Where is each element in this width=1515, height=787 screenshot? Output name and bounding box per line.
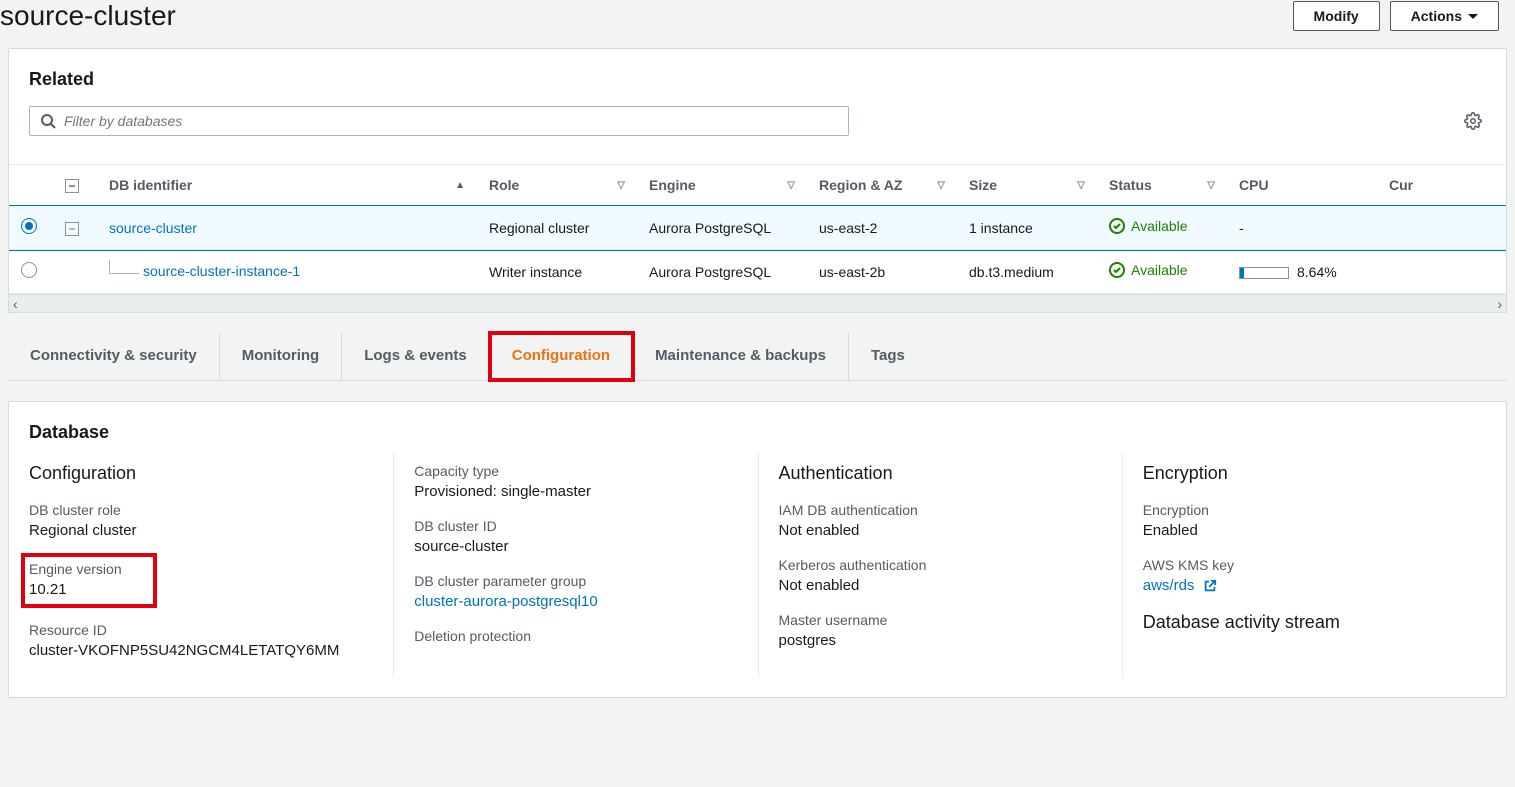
resource-id-label: Resource ID [29,622,373,638]
encryption-column: Encryption Encryption Enabled AWS KMS ke… [1122,453,1486,677]
col-size[interactable]: Size▽ [957,165,1097,206]
collapse-icon[interactable]: − [65,222,79,236]
db-cluster-role-label: DB cluster role [29,502,373,518]
encryption-heading: Encryption [1143,463,1466,484]
filter-icon: ▽ [617,180,625,191]
capacity-column: Capacity type Provisioned: single-master… [393,453,757,677]
authentication-column: Authentication IAM DB authentication Not… [758,453,1122,677]
encryption-label: Encryption [1143,502,1466,518]
authentication-heading: Authentication [779,463,1102,484]
cell-role: Regional cluster [477,206,637,250]
horizontal-scrollbar[interactable]: ‹ › [9,294,1506,312]
caret-down-icon [1468,14,1478,19]
kerberos-auth-label: Kerberos authentication [779,557,1102,573]
col-cur[interactable]: Cur [1377,165,1506,206]
actions-label: Actions [1411,8,1462,24]
sort-asc-icon: ▲ [455,180,465,191]
related-title: Related [29,69,1486,90]
master-username-label: Master username [779,612,1102,628]
col-cpu[interactable]: CPU [1227,165,1377,206]
tabs: Connectivity & security Monitoring Logs … [8,333,1507,381]
tab-tags[interactable]: Tags [849,333,927,380]
cell-size: 1 instance [957,206,1097,250]
iam-auth-value: Not enabled [779,522,1102,539]
db-cluster-id-label: DB cluster ID [414,518,737,534]
col-db-identifier[interactable]: DB identifier▲ [97,165,477,206]
gear-icon [1464,112,1482,130]
param-group-label: DB cluster parameter group [414,573,737,589]
col-status[interactable]: Status▽ [1097,165,1227,206]
kms-key-link[interactable]: aws/rds [1143,577,1466,594]
databases-table-wrap: − DB identifier▲ Role▽ Engine▽ Region & … [9,164,1506,312]
search-icon [40,113,56,129]
cell-region-az: us-east-2 [807,206,957,250]
check-circle-icon [1109,218,1125,234]
header-buttons: Modify Actions [1293,1,1515,31]
engine-version-label: Engine version [29,561,145,577]
databases-table: − DB identifier▲ Role▽ Engine▽ Region & … [9,164,1506,294]
actions-button[interactable]: Actions [1390,1,1499,31]
db-identifier-link[interactable]: source-cluster [109,220,197,236]
modify-button[interactable]: Modify [1293,1,1380,31]
activity-stream-heading: Database activity stream [1143,612,1466,633]
engine-version-highlight: Engine version 10.21 [25,557,153,604]
scroll-right-icon[interactable]: › [1493,296,1506,312]
table-row[interactable]: − source-cluster Regional cluster Aurora… [9,206,1506,250]
cell-engine: Aurora PostgreSQL [637,206,807,250]
capacity-type-label: Capacity type [414,463,737,479]
tab-logs-events[interactable]: Logs & events [342,333,490,380]
col-engine[interactable]: Engine▽ [637,165,807,206]
deletion-protection-label: Deletion protection [414,628,737,644]
kms-key-label: AWS KMS key [1143,557,1466,573]
tab-monitoring[interactable]: Monitoring [220,333,342,380]
param-group-link[interactable]: cluster-aurora-postgresql10 [414,593,737,610]
cell-region-az: us-east-2b [807,250,957,294]
filter-input[interactable] [64,113,838,129]
table-row[interactable]: source-cluster-instance-1 Writer instanc… [9,250,1506,294]
cell-role: Writer instance [477,250,637,294]
kerberos-auth-value: Not enabled [779,577,1102,594]
configuration-column: Configuration DB cluster role Regional c… [29,453,393,677]
col-region-az[interactable]: Region & AZ▽ [807,165,957,206]
engine-version-value: 10.21 [29,581,145,598]
db-cluster-role-value: Regional cluster [29,522,373,539]
database-panel: Database Configuration DB cluster role R… [8,401,1507,698]
cell-cpu: - [1227,206,1377,250]
settings-button[interactable] [1460,108,1486,134]
resource-id-value: cluster-VKOFNP5SU42NGCM4LETATQY6MM [29,642,373,659]
radio-select[interactable] [21,262,37,278]
collapse-all-icon[interactable]: − [65,179,79,193]
status-badge: Available [1109,262,1188,278]
tab-connectivity-security[interactable]: Connectivity & security [8,333,220,380]
database-title: Database [9,402,1506,453]
check-circle-icon [1109,262,1125,278]
tab-maintenance-backups[interactable]: Maintenance & backups [633,333,849,380]
status-badge: Available [1109,218,1188,234]
filter-icon: ▽ [1207,180,1215,191]
encryption-value: Enabled [1143,522,1466,539]
iam-auth-label: IAM DB authentication [779,502,1102,518]
page-title: source-cluster [0,0,176,32]
cell-size: db.t3.medium [957,250,1097,294]
radio-select[interactable] [21,218,37,234]
filter-input-wrap[interactable] [29,106,849,136]
db-identifier-link[interactable]: source-cluster-instance-1 [143,263,300,279]
related-panel: Related − DB identifier [8,48,1507,313]
cell-engine: Aurora PostgreSQL [637,250,807,294]
capacity-type-value: Provisioned: single-master [414,483,737,500]
configuration-heading: Configuration [29,463,373,484]
filter-icon: ▽ [787,180,795,191]
filter-icon: ▽ [937,180,945,191]
tree-line-icon [109,260,139,274]
cell-cpu: 8.64% [1227,250,1377,294]
col-role[interactable]: Role▽ [477,165,637,206]
db-cluster-id-value: source-cluster [414,538,737,555]
scroll-left-icon[interactable]: ‹ [9,296,22,312]
filter-icon: ▽ [1077,180,1085,191]
cpu-bar [1239,267,1289,279]
master-username-value: postgres [779,632,1102,649]
external-link-icon [1203,579,1217,593]
tab-configuration[interactable]: Configuration [490,333,633,380]
